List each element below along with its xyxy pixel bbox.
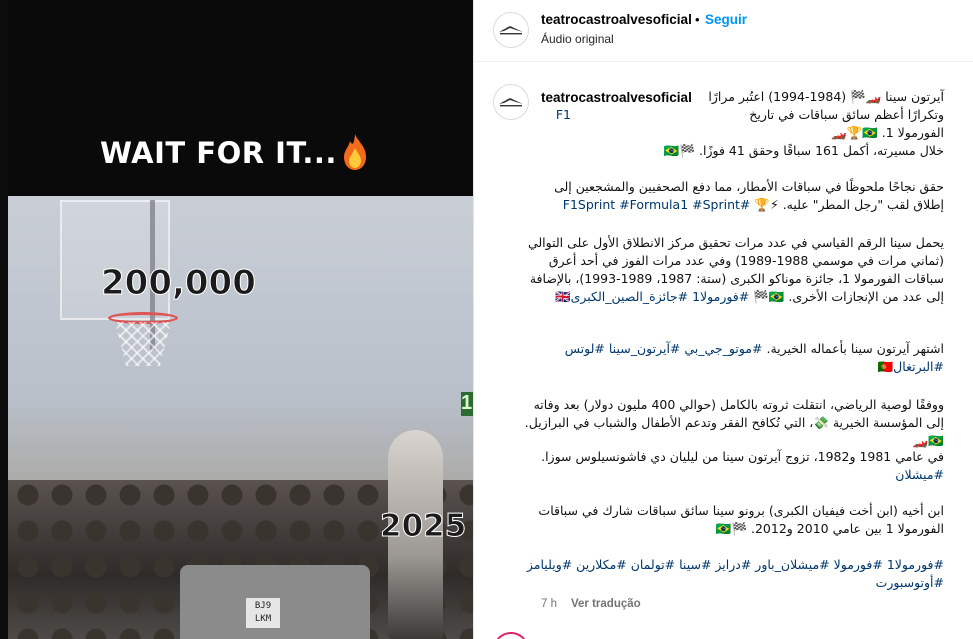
counter-top: 200,000 (101, 263, 257, 304)
video-dark-top (0, 0, 473, 200)
translate-link[interactable]: Ver tradução (571, 598, 641, 610)
caption-paragraph-7: في عامي 1981 و1982، تزوج آيرتون سينا من … (541, 449, 944, 482)
caption-avatar[interactable] (493, 84, 529, 120)
caption-paragraph-6: ووفقًا لوصية الرياضي، انتقلت ثروته بالكا… (524, 397, 944, 448)
audio-link[interactable]: Áudio original (541, 32, 614, 46)
hashtag-links[interactable]: #فورمولا1 #جائزة_الصين_الكبرى🇬🇧 (555, 289, 749, 304)
post-details-panel: teatrocastroalvesoficial • Seguir Áudio … (473, 0, 973, 639)
hashtag-links[interactable]: #F1Sprint #Formula1 #Sprint (563, 197, 751, 212)
follow-button[interactable]: Seguir (705, 12, 747, 27)
hashtag-links[interactable]: #ميشلان (895, 467, 944, 482)
counter-bottom: 2025 (379, 508, 467, 545)
hashtag-links[interactable]: #فورمولا1 #فورمولا #ميشلان_باور #درايز #… (524, 556, 944, 592)
logo-icon (499, 26, 523, 35)
comment-avatar[interactable] (493, 632, 529, 639)
video-left-border (0, 0, 8, 639)
header-username[interactable]: teatrocastroalvesoficial (541, 12, 692, 27)
logo-icon (499, 98, 523, 107)
avatar[interactable] (493, 12, 529, 48)
video-overlay-text: WAIT FOR IT... (100, 136, 337, 170)
instagram-post-view: BJ9 LKM WAIT FOR IT... 200,000 2025 1 te… (0, 0, 973, 639)
post-video[interactable]: BJ9 LKM WAIT FOR IT... 200,000 2025 1 (0, 0, 473, 639)
caption-paragraph-5: اشتهر آيرتون سينا بأعماله الخيرية. #موتو… (564, 341, 944, 374)
caption-paragraph-3: حقق نجاحًا ملحوظًا في سباقات الأمطار، مم… (554, 179, 944, 212)
separator-dot: • (695, 12, 700, 27)
license-plate: BJ9 LKM (246, 598, 280, 628)
caption-paragraph-8: ابن أخيه (ابن أخت فيفيان الكبرى) برونو س… (538, 503, 944, 536)
caption-username[interactable]: teatrocastroalvesoficial (541, 90, 692, 105)
fire-icon (344, 134, 366, 170)
caption-paragraph-1: آيرتون سينا 🏎️🏁 (1984-1994) اعتُبر مرارً… (708, 89, 944, 140)
caption-paragraph-4: يحمل سينا الرقم القياسي في عدد مرات تحقي… (527, 235, 944, 304)
post-header: teatrocastroalvesoficial • Seguir Áudio … (474, 0, 973, 62)
edge-label: 1 (461, 392, 473, 416)
hashtag-link[interactable]: F1 (556, 106, 571, 124)
caption-paragraph-2: خلال مسيرته، أكمل 161 سباقًا وحقق 41 فوز… (663, 143, 944, 158)
post-time: 7 h (541, 598, 557, 610)
caption-section: آيرتون سينا 🏎️🏁 (1984-1994) اعتُبر مرارً… (474, 62, 973, 639)
